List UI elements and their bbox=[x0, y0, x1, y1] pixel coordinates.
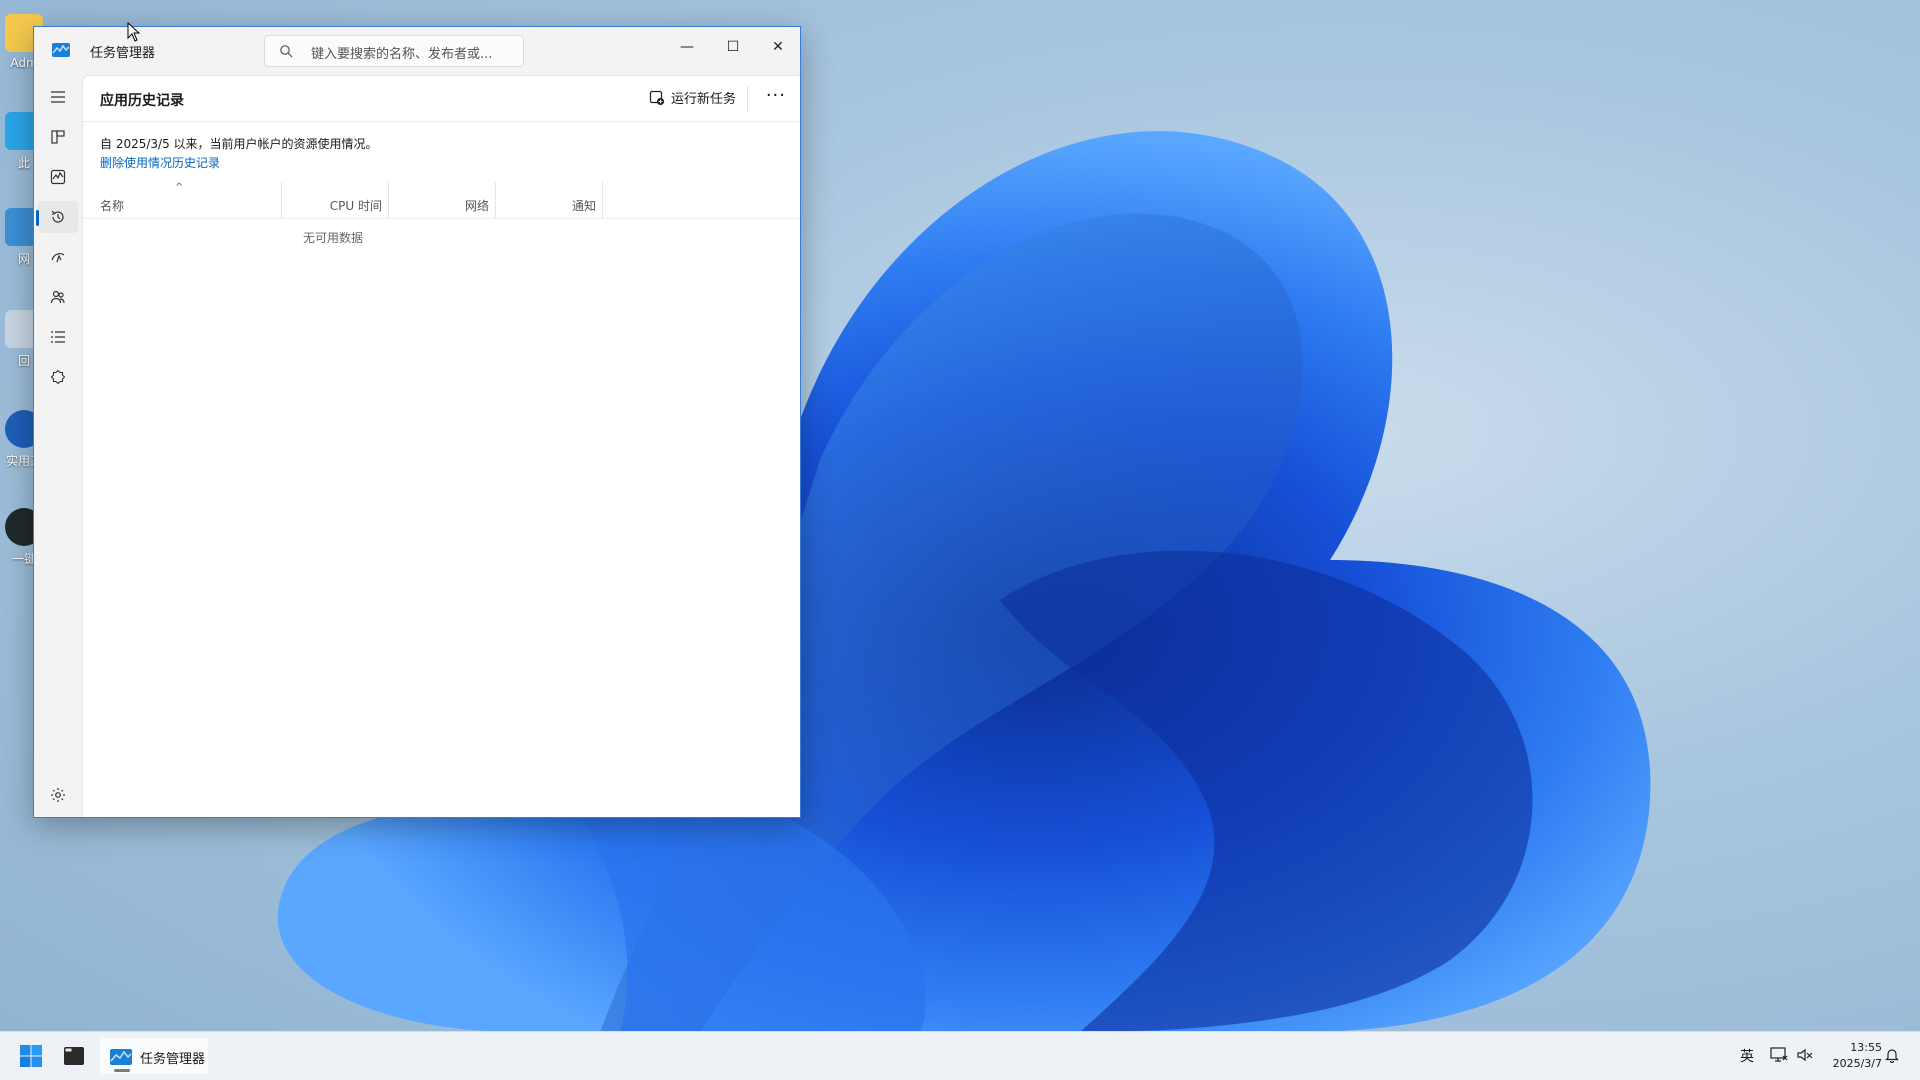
users-icon bbox=[50, 290, 65, 304]
column-network-label: 网络 bbox=[464, 199, 489, 213]
startup-icon bbox=[51, 253, 65, 263]
table-header: ^ 名称 CPU 时间 网络 通知 bbox=[83, 182, 800, 219]
services-icon bbox=[50, 369, 66, 385]
running-indicator bbox=[114, 1069, 130, 1072]
sidebar-item-processes[interactable] bbox=[38, 121, 78, 153]
settings-gear-icon[interactable] bbox=[50, 787, 66, 803]
taskbar: 任务管理器 英 13:55 2025/3/7 bbox=[0, 1031, 1920, 1080]
clock-time: 13:55 bbox=[1850, 1041, 1882, 1054]
history-info-text: 自 2025/3/5 以来，当前用户帐户的资源使用情况。 bbox=[100, 137, 378, 151]
terminal-icon[interactable] bbox=[64, 1047, 84, 1065]
processes-icon bbox=[51, 130, 65, 144]
panel-header: 应用历史记录 运行新任务 ··· bbox=[83, 76, 800, 122]
maximize-button[interactable]: ☐ bbox=[718, 35, 748, 59]
close-button[interactable]: ✕ bbox=[763, 35, 793, 59]
more-options-button[interactable]: ··· bbox=[766, 85, 786, 106]
minimize-button[interactable]: — bbox=[672, 35, 702, 59]
input-language-indicator[interactable]: 英 bbox=[1740, 1046, 1754, 1066]
header-divider bbox=[747, 86, 748, 112]
sidebar-item-startup[interactable] bbox=[38, 241, 78, 273]
column-cpu-label: CPU 时间 bbox=[329, 199, 382, 213]
network-status-icon[interactable] bbox=[1770, 1046, 1788, 1064]
sidebar-item-users[interactable] bbox=[38, 281, 78, 313]
performance-icon bbox=[50, 169, 66, 185]
search-icon bbox=[280, 45, 293, 58]
start-windows-icon[interactable] bbox=[20, 1045, 42, 1067]
delete-history-link[interactable]: 删除使用情况历史记录 bbox=[100, 154, 220, 171]
search-box[interactable]: 键入要搜索的名称、发布者或... bbox=[264, 35, 524, 67]
notification-bell-icon[interactable] bbox=[1884, 1047, 1900, 1063]
hamburger-icon bbox=[51, 91, 65, 103]
details-icon bbox=[51, 331, 65, 343]
sidebar-menu-button[interactable] bbox=[38, 81, 78, 113]
column-header-notifications[interactable]: 通知 bbox=[496, 182, 603, 218]
title-bar[interactable]: 任务管理器 键入要搜索的名称、发布者或... — ☐ ✕ bbox=[34, 27, 800, 75]
history-icon bbox=[51, 210, 64, 223]
app-history-panel: 应用历史记录 运行新任务 ··· 自 2025/3/5 以来，当前用户帐户的资源… bbox=[82, 75, 800, 817]
sidebar-nav bbox=[34, 75, 82, 817]
run-new-task-button[interactable]: 运行新任务 bbox=[649, 88, 736, 110]
column-header-name[interactable]: 名称 bbox=[83, 182, 282, 218]
task-manager-taskbar-icon bbox=[110, 1049, 132, 1065]
clock-date: 2025/3/7 bbox=[1832, 1057, 1882, 1070]
sidebar-item-services[interactable] bbox=[38, 361, 78, 393]
task-manager-app-icon bbox=[52, 43, 70, 57]
volume-muted-icon[interactable] bbox=[1796, 1046, 1814, 1064]
mouse-cursor-icon bbox=[127, 22, 141, 42]
sidebar-item-details[interactable] bbox=[38, 321, 78, 353]
run-task-icon bbox=[649, 90, 665, 106]
taskbar-task-manager[interactable]: 任务管理器 bbox=[100, 1038, 208, 1074]
page-title: 应用历史记录 bbox=[100, 93, 184, 109]
column-header-cpu[interactable]: CPU 时间 bbox=[282, 182, 389, 218]
column-header-network[interactable]: 网络 bbox=[389, 182, 496, 218]
column-name-label: 名称 bbox=[100, 199, 125, 213]
window-title: 任务管理器 bbox=[90, 46, 156, 61]
task-manager-window: 任务管理器 键入要搜索的名称、发布者或... — ☐ ✕ 应用历史记录 运行新任… bbox=[33, 26, 801, 818]
system-clock[interactable]: 13:55 2025/3/7 bbox=[1826, 1040, 1882, 1072]
run-task-label: 运行新任务 bbox=[670, 92, 736, 107]
empty-state-text: 无可用数据 bbox=[302, 231, 363, 245]
column-notify-label: 通知 bbox=[571, 199, 596, 213]
search-placeholder: 键入要搜索的名称、发布者或... bbox=[311, 47, 493, 62]
taskbar-app-label: 任务管理器 bbox=[140, 1052, 206, 1067]
sidebar-item-app-history[interactable] bbox=[36, 201, 78, 233]
sidebar-item-performance[interactable] bbox=[38, 161, 78, 193]
